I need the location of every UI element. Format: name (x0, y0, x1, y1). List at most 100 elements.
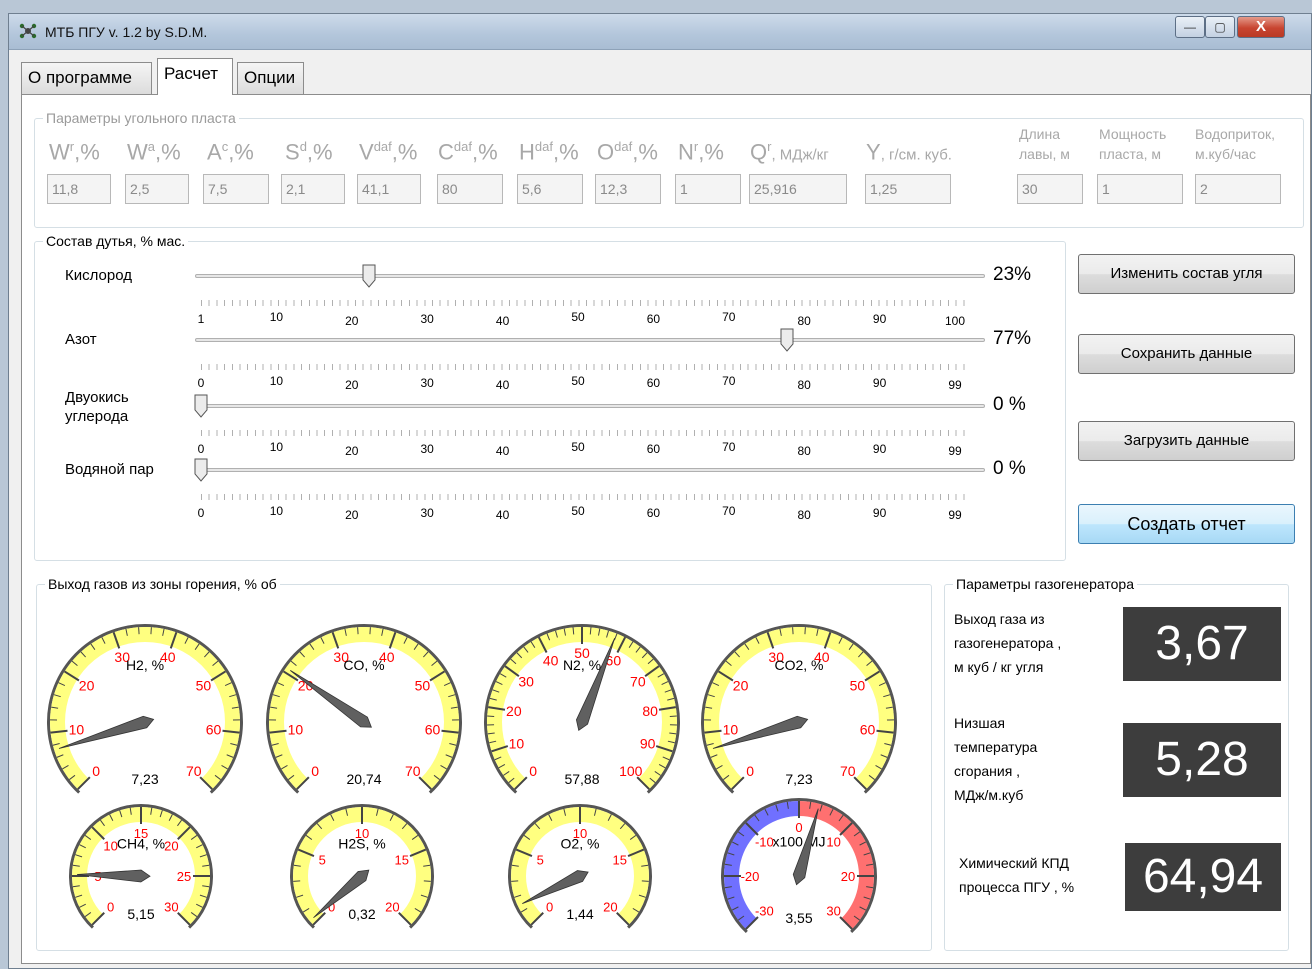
slider-value: 77% (993, 328, 1032, 349)
slider-tick-label: 40 (495, 378, 510, 392)
coal-param-input[interactable]: 80 (437, 174, 503, 204)
gauge-scale-label: 20 (506, 703, 522, 719)
change-coal-button[interactable]: Изменить состав угля (1078, 254, 1295, 294)
gauge-scale-label: 60 (860, 722, 876, 738)
gauge-needle (76, 869, 151, 883)
efficiency-label: Химический КПД процесса ПГУ , % (959, 855, 1075, 895)
slider-tick-label: 30 (420, 312, 434, 326)
coal-param-label: Sd,% (285, 139, 333, 165)
slider-tick-label: 70 (722, 440, 736, 454)
slider-tick-label: 0 (197, 376, 205, 390)
coal-param-input[interactable]: 41,1 (357, 174, 421, 204)
coal-param-input[interactable]: 2,1 (281, 174, 345, 204)
slider-tick-label: 99 (948, 508, 962, 522)
gauge-scale-label: 10 (723, 722, 739, 738)
gauge-value-text: 20,74 (346, 771, 381, 787)
slider-thumb[interactable] (780, 328, 794, 352)
gauge-value-text: 3,55 (785, 910, 812, 926)
coal-param-input[interactable]: 11,8 (47, 174, 111, 204)
gauge-name: x100 MJ (773, 833, 826, 849)
maximize-button[interactable]: ▢ (1205, 16, 1235, 38)
load-data-button[interactable]: Загрузить данные (1078, 421, 1295, 461)
title-bar[interactable]: МТБ ПГУ v. 1.2 by S.D.M. — ▢ X (9, 14, 1311, 50)
slider-track[interactable] (195, 338, 985, 342)
coal-param-input[interactable]: 1 (675, 174, 741, 204)
tab-calculation[interactable]: Расчет (157, 58, 233, 95)
gauge: 0102030 40506070CO, %20,74 (266, 624, 463, 794)
coal-param-input[interactable]: 25,916 (749, 174, 847, 204)
slider-tick-label: 30 (420, 506, 434, 520)
coal-param-input[interactable]: 2,5 (125, 174, 189, 204)
slider-tick-marks (201, 430, 967, 436)
coal-param-input[interactable]: 12,3 (595, 174, 661, 204)
slider-tick-label: 50 (571, 310, 585, 324)
slider-tick-label: 20 (345, 444, 359, 458)
coal-param-input[interactable]: 5,6 (517, 174, 583, 204)
coal-param-label: Ac,% (207, 139, 254, 165)
gauge-scale-label: 10 (103, 839, 117, 854)
face-length-label: Длина лавы, м (1019, 126, 1070, 162)
app-window: МТБ ПГУ v. 1.2 by S.D.M. — ▢ X О програм… (8, 13, 1312, 969)
coal-param-label: Nr,% (678, 139, 724, 165)
close-button[interactable]: X (1237, 16, 1285, 38)
close-icon: X (1255, 18, 1266, 35)
slider-track[interactable] (195, 404, 985, 408)
gauge-scale-label: 5 (319, 853, 326, 868)
slider-tick-label: 80 (797, 444, 811, 458)
gauge-scale-label: 50 (850, 677, 866, 693)
gauge-scale-label: 10 (826, 834, 840, 849)
tab-options[interactable]: Опции (237, 62, 304, 94)
gauge-scale-label: 10 (509, 735, 525, 751)
slider-track[interactable] (195, 468, 985, 472)
save-data-button[interactable]: Сохранить данные (1078, 334, 1295, 374)
slider-thumb[interactable] (194, 394, 208, 418)
slider-value: 23% (993, 264, 1032, 285)
face-length-input[interactable]: 30 (1017, 174, 1083, 204)
gauge: 010203040 50 60708090100N2, %57,88 (483, 624, 680, 794)
slider-tick-label: 60 (646, 506, 661, 520)
app-icon (19, 23, 37, 39)
coal-param-input[interactable]: 1,25 (865, 174, 951, 204)
gauge-scale-label: -10 (755, 834, 774, 849)
slider-tick-label: 70 (722, 374, 736, 388)
slider-tick-label: 20 (345, 378, 359, 392)
gauge-value-text: 5,15 (127, 906, 154, 922)
slider-tick-label: 80 (797, 314, 811, 328)
gauge-scale-label: 20 (603, 899, 617, 914)
gauge-name: O2, % (561, 836, 600, 852)
slider-label: Азот (65, 331, 97, 348)
gauge-scale-label: 15 (394, 853, 408, 868)
blast-composition-title: Состав дутья, % мас. (43, 233, 189, 249)
slider-tick-label: 99 (948, 378, 962, 392)
minimize-button[interactable]: — (1175, 16, 1205, 38)
gas-yield-label: Выход газа из газогенератора ,м куб / кг … (954, 611, 1062, 675)
slider-tick-label: 60 (646, 312, 661, 326)
slider-thumb[interactable] (194, 458, 208, 482)
water-inflow-input[interactable]: 2 (1195, 174, 1281, 204)
gauge-scale-label: 80 (642, 703, 658, 719)
gauge-scale-label: 90 (640, 735, 656, 751)
gauge-scale-label: 60 (206, 722, 222, 738)
tab-about[interactable]: О программе (21, 62, 152, 94)
generator-params-group: Параметры газогенератора Выход газа из га… (944, 576, 1289, 951)
gauge-minor-tick (641, 880, 649, 882)
seam-thickness-input[interactable]: 1 (1097, 174, 1183, 204)
slider-tick-label: 10 (269, 374, 284, 388)
gauge-scale-label: 20 (164, 839, 178, 854)
slider-thumb[interactable] (362, 264, 376, 288)
generator-params-title: Параметры газогенератора (953, 576, 1137, 592)
gauge-value-text: 1,44 (566, 906, 593, 922)
coal-param-label: Wr,% (49, 139, 100, 165)
coal-param-input[interactable]: 7,5 (203, 174, 269, 204)
gauge-scale-label: 70 (840, 763, 856, 779)
gauge-minor-tick (293, 880, 301, 882)
create-report-button[interactable]: Создать отчет (1078, 504, 1295, 544)
slider-label: Двуокись углерода (65, 389, 129, 425)
coal-param-label: Qr, МДж/кг (750, 139, 829, 165)
slider-track[interactable] (195, 274, 985, 278)
coal-params-title: Параметры угольного пласта (43, 110, 239, 126)
gauge-scale-label: 25 (177, 869, 191, 884)
blast-composition-group: Состав дутья, % мас. Кислород 1 10 20 30 40 50… (34, 233, 1066, 561)
gauge-scale-label: -30 (755, 904, 774, 919)
slider-tick-label: 10 (269, 440, 284, 454)
